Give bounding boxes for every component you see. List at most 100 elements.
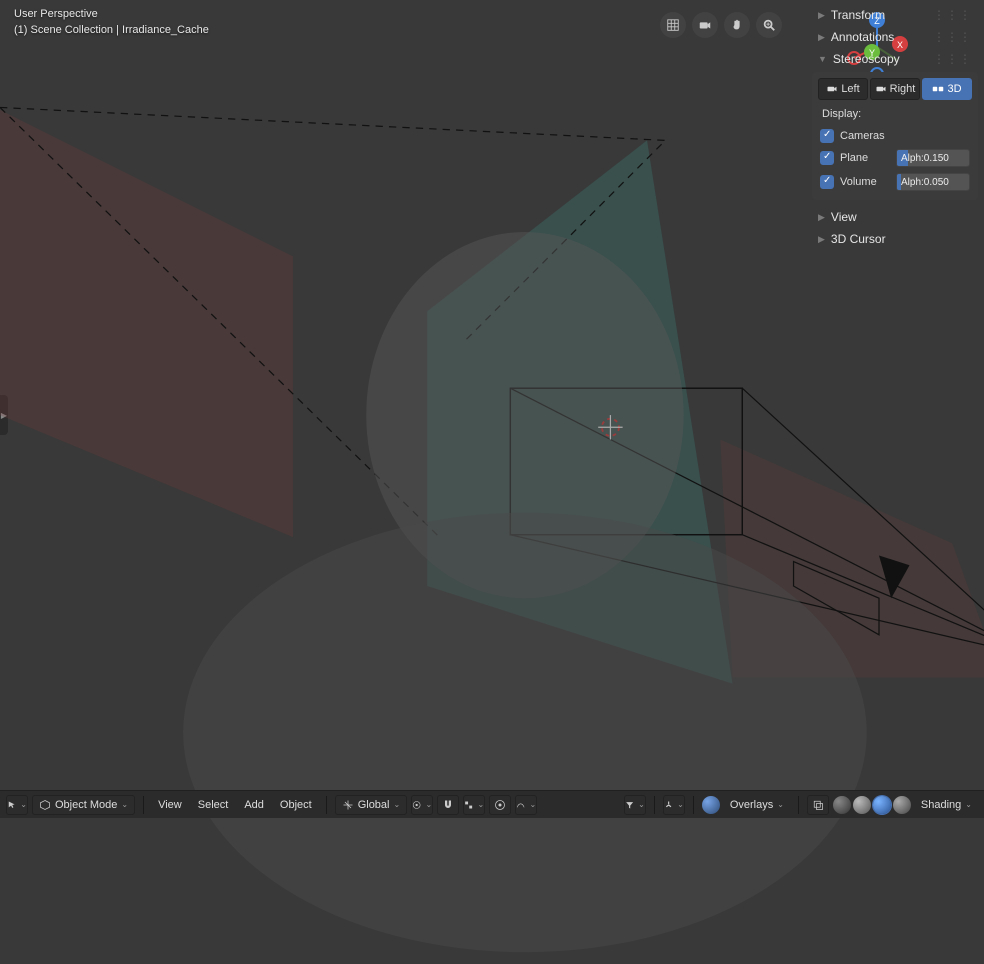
volume-alpha-value: Alph:0.050 [901, 177, 949, 188]
falloff-icon [516, 799, 525, 811]
plane-alpha-field[interactable]: Alph:0.150 [896, 149, 970, 167]
proportional-falloff-menu[interactable]: ⌄ [515, 795, 537, 815]
viewport-camera-button[interactable] [692, 12, 718, 38]
panel-transform-label: Transform [831, 8, 885, 22]
separator [326, 796, 327, 814]
object-visibility-menu[interactable]: ⌄ [624, 795, 646, 815]
chevron-right-icon: ▶ [818, 32, 825, 43]
chevron-down-icon: ⌄ [393, 800, 400, 809]
gizmo-toggle[interactable]: ⌄ [663, 795, 685, 815]
snap-toggle[interactable] [437, 795, 459, 815]
snap-increment-icon [464, 799, 473, 811]
chevron-down-icon: ⌄ [677, 800, 684, 809]
menu-object[interactable]: Object [274, 795, 318, 815]
chevron-right-icon: ▶ [818, 234, 825, 245]
chevron-down-icon: ⌄ [477, 800, 484, 809]
checkbox-volume[interactable] [820, 175, 834, 189]
panel-stereoscopy-header[interactable]: ▼ Stereoscopy ⋮⋮⋮ [812, 48, 978, 70]
tab-right[interactable]: Right [870, 78, 920, 100]
panel-annotations-label: Annotations [831, 30, 894, 44]
tab-right-label: Right [890, 83, 916, 95]
chevron-down-icon: ⌄ [425, 800, 432, 809]
drag-handle-icon[interactable]: ⋮⋮⋮ [933, 8, 972, 22]
snap-menu[interactable]: ⌄ [463, 795, 485, 815]
display-label: Display: [818, 106, 972, 126]
magnet-icon [442, 799, 454, 811]
gizmo-icon [664, 799, 673, 811]
grid-icon [666, 18, 680, 32]
proportional-edit-toggle[interactable] [489, 795, 511, 815]
label-volume: Volume [840, 176, 890, 188]
separator [693, 796, 694, 814]
shading-menu[interactable]: Shading ⌄ [915, 795, 978, 815]
chevron-down-icon: ⌄ [20, 800, 27, 809]
xray-toggle[interactable] [807, 795, 829, 815]
orientation-selector[interactable]: Global ⌄ [335, 795, 408, 815]
pivot-icon [412, 799, 421, 811]
shading-material-preview[interactable] [873, 796, 891, 814]
chevron-down-icon: ▼ [818, 54, 827, 64]
panel-view-header[interactable]: ▶ View [812, 206, 978, 228]
zoom-icon [762, 18, 776, 32]
panel-stereoscopy-body: Left Right 3D Display: Cameras Plane [812, 72, 978, 200]
panel-annotations-header[interactable]: ▶ Annotations ⋮⋮⋮ [812, 26, 978, 48]
object-mode-icon [39, 799, 51, 811]
viewport-grid-toggle[interactable] [660, 12, 686, 38]
separator [654, 796, 655, 814]
mode-selector[interactable]: Object Mode ⌄ [32, 795, 135, 815]
editor-type-menu[interactable]: ⌄ [6, 795, 28, 815]
chevron-right-icon: ▶ [818, 10, 825, 21]
menu-view[interactable]: View [152, 795, 188, 815]
drag-handle-icon[interactable]: ⋮⋮⋮ [933, 30, 972, 44]
orientation-label: Global [358, 799, 390, 811]
panel-3dcursor-header[interactable]: ▶ 3D Cursor [812, 228, 978, 250]
mode-label: Object Mode [55, 799, 117, 811]
tab-3d[interactable]: 3D [922, 78, 972, 100]
panel-stereoscopy-label: Stereoscopy [833, 52, 900, 66]
stereo-3d-icon [932, 83, 944, 95]
menu-select[interactable]: Select [192, 795, 235, 815]
chevron-down-icon: ⌄ [777, 800, 784, 809]
label-plane: Plane [840, 152, 890, 164]
camera-icon [826, 83, 838, 95]
plane-alpha-value: Alph:0.150 [901, 153, 949, 164]
panel-transform-header[interactable]: ▶ Transform ⋮⋮⋮ [812, 4, 978, 26]
volume-alpha-field[interactable]: Alph:0.050 [896, 173, 970, 191]
viewport-pan-button[interactable] [724, 12, 750, 38]
chevron-down-icon: ⌄ [965, 800, 972, 809]
tab-left-label: Left [841, 83, 859, 95]
n-panel: ▶ Transform ⋮⋮⋮ ▶ Annotations ⋮⋮⋮ ▼ Ster… [806, 0, 984, 254]
drag-handle-icon[interactable]: ⋮⋮⋮ [933, 52, 972, 66]
menu-add[interactable]: Add [238, 795, 270, 815]
orientation-icon [342, 799, 354, 811]
shading-label: Shading [921, 799, 961, 811]
tab-3d-label: 3D [947, 83, 961, 95]
filter-icon [625, 799, 634, 811]
pivot-menu[interactable]: ⌄ [411, 795, 433, 815]
panel-3dcursor-label: 3D Cursor [831, 232, 886, 246]
overlays-menu[interactable]: Overlays ⌄ [724, 795, 790, 815]
chevron-down-icon: ⌄ [638, 800, 645, 809]
camera-icon [698, 18, 712, 32]
checkbox-cameras[interactable] [820, 129, 834, 143]
shading-solid[interactable] [853, 796, 871, 814]
label-cameras: Cameras [840, 130, 970, 142]
separator [798, 796, 799, 814]
overlays-toggle[interactable] [702, 796, 720, 814]
stereoscopy-tabs: Left Right 3D [818, 78, 972, 100]
xray-icon [812, 799, 824, 811]
hand-icon [730, 18, 744, 32]
viewport-3d[interactable]: ▶ User Perspective (1) Scene Collection … [0, 0, 984, 790]
checkbox-plane[interactable] [820, 151, 834, 165]
chevron-down-icon: ⌄ [529, 800, 536, 809]
viewport-zoom-button[interactable] [756, 12, 782, 38]
separator [143, 796, 144, 814]
viewport-header: ⌄ Object Mode ⌄ View Select Add Object G… [0, 790, 984, 818]
chevron-right-icon: ▶ [818, 212, 825, 223]
overlays-label: Overlays [730, 799, 773, 811]
tab-left[interactable]: Left [818, 78, 868, 100]
proportional-icon [494, 799, 506, 811]
shading-wireframe[interactable] [833, 796, 851, 814]
camera-icon [875, 83, 887, 95]
shading-rendered[interactable] [893, 796, 911, 814]
